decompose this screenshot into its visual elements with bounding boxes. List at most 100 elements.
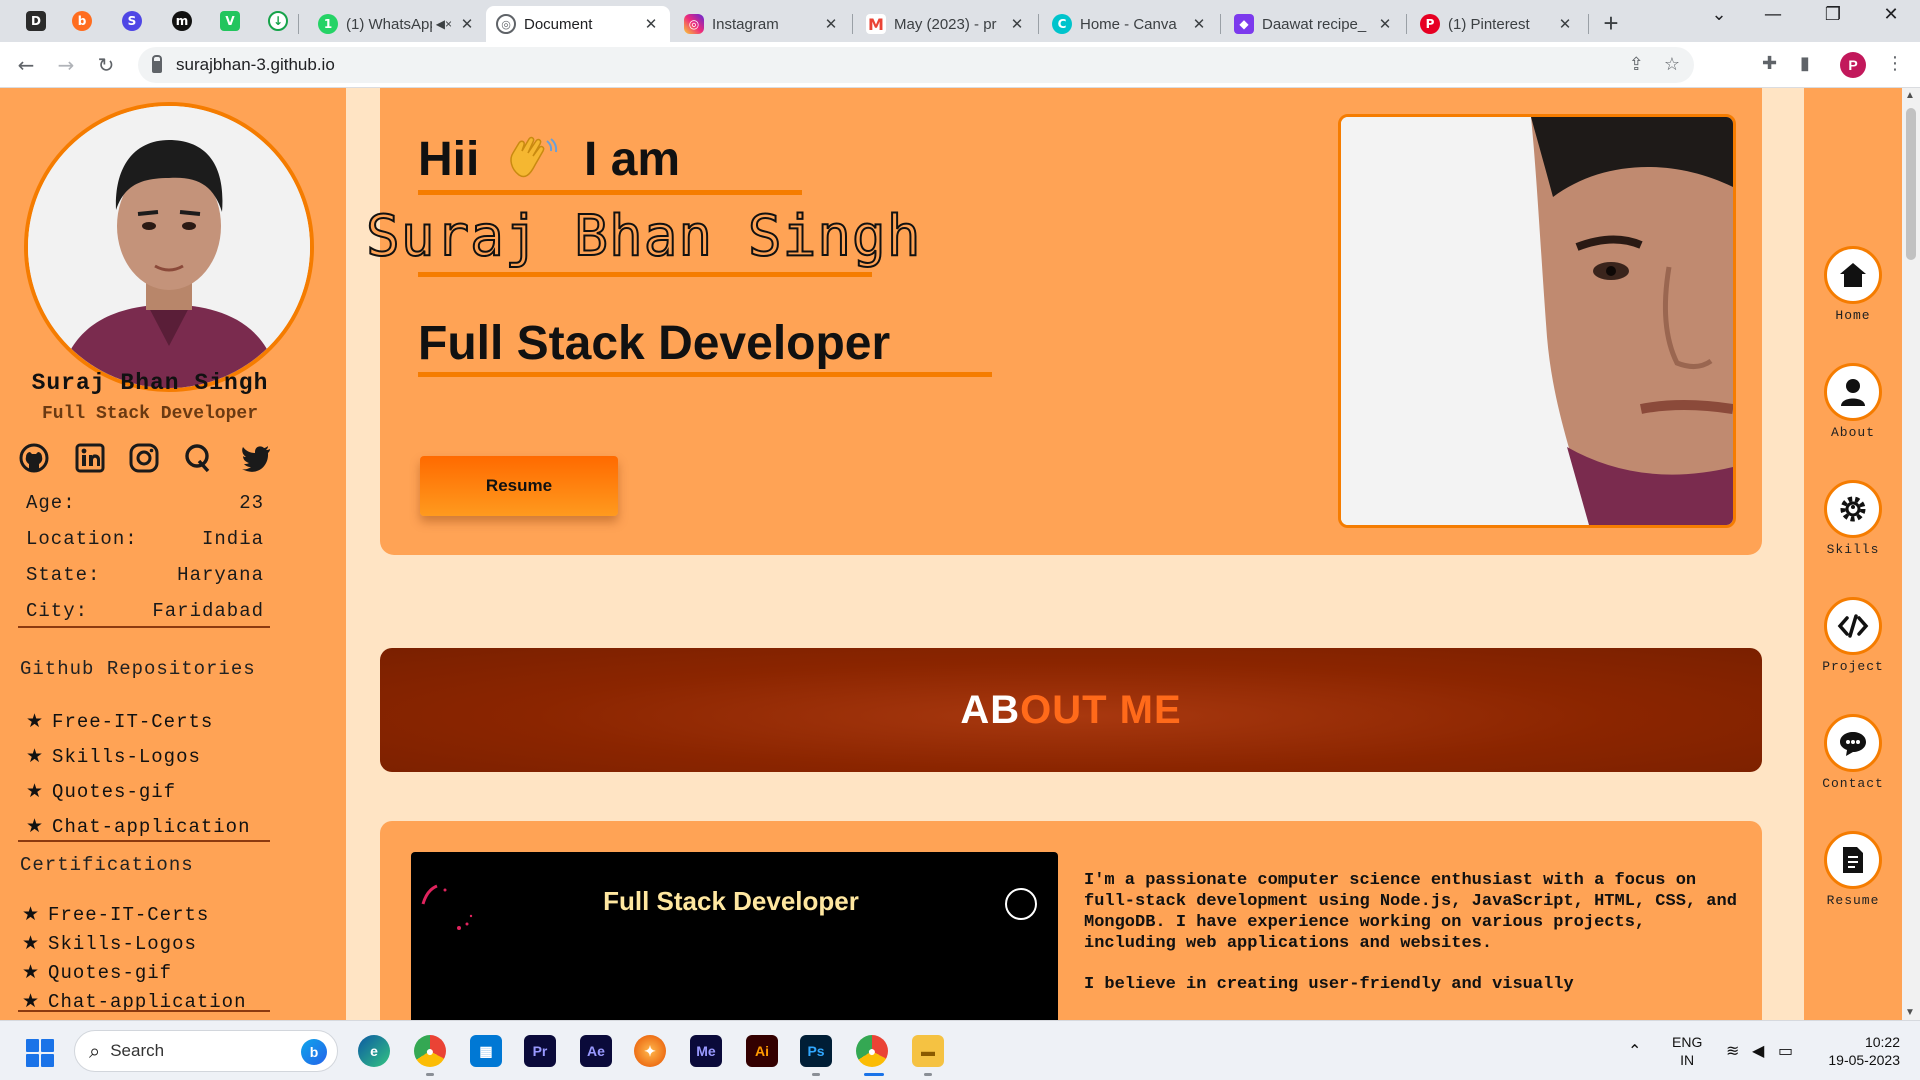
clock-date: 19-05-2023 [1828,1052,1900,1068]
restore-button[interactable]: ❐ [1810,4,1856,25]
volume-icon[interactable]: ◀ [1752,1021,1764,1080]
tab-whatsapp[interactable]: 1 (1) WhatsApp ◀× ✕ [308,6,486,42]
close-icon[interactable]: ✕ [1008,15,1026,33]
fl-studio-icon[interactable]: ✦ [634,1035,666,1067]
close-icon[interactable]: ✕ [642,15,660,33]
repo-label[interactable]: Free-IT-Certs [52,711,213,733]
repo-link[interactable]: ★ Skills-Logos [26,739,250,774]
home-icon[interactable] [1824,246,1882,304]
cert-label[interactable]: Free-IT-Certs [48,904,209,926]
cert-label[interactable]: Quotes-gif [48,962,172,984]
close-icon[interactable]: ✕ [1556,15,1574,33]
rail-label: Resume [1826,893,1880,908]
bing-icon[interactable]: b [301,1039,327,1065]
tab-canva[interactable]: C Home - Canva ✕ [1042,6,1218,42]
pinned-tab-5[interactable]: V [212,6,248,36]
pinned-tab-1[interactable]: D [18,6,54,36]
after-effects-icon[interactable]: Ae [580,1035,612,1067]
document-icon[interactable] [1824,831,1882,889]
pinned-tab-4[interactable]: m [164,6,200,36]
microsoft-store-icon[interactable]: ▦ [470,1035,502,1067]
url-text[interactable]: surajbhan-3.github.io [176,55,335,75]
taskbar-search-box[interactable]: ⌕ Search b [74,1030,338,1072]
twitter-icon[interactable] [240,442,272,474]
rail-item-project[interactable]: Project [1804,597,1902,674]
page-scrollbar[interactable]: ▲ ▼ [1902,88,1920,1020]
chat-icon[interactable] [1824,714,1882,772]
intro-video[interactable]: Full Stack Developer [411,852,1058,1020]
repo-link[interactable]: ★ Chat-application [26,809,250,844]
profile-sidebar: Suraj Bhan Singh Full Stack Developer Ag [0,88,346,1020]
tab-instagram[interactable]: ◎ Instagram ✕ [674,6,850,42]
rail-item-skills[interactable]: Skills [1804,480,1902,557]
pinned-tab-2[interactable]: b [64,6,100,36]
lock-icon[interactable] [152,55,162,73]
close-icon[interactable]: ✕ [458,15,476,33]
github-icon[interactable] [18,442,50,474]
scrollbar-thumb[interactable] [1906,108,1916,260]
profile-avatar[interactable]: P [1840,52,1866,78]
rail-item-about[interactable]: About [1804,363,1902,440]
rail-item-contact[interactable]: Contact [1804,714,1902,791]
pinned-tab-6[interactable]: ↓ [260,6,296,36]
back-button[interactable]: ← [12,51,40,79]
clock[interactable]: 10:22 19-05-2023 [1820,1033,1900,1069]
repo-label[interactable]: Chat-application [52,816,250,838]
extensions-puzzle-icon[interactable]: ✚ [1762,53,1777,74]
side-panel-icon[interactable]: ▮ [1800,53,1810,74]
chrome-icon[interactable]: ● [414,1035,446,1067]
repo-link[interactable]: ★ Quotes-gif [26,774,250,809]
edge-icon[interactable]: e [358,1035,390,1067]
tab-gmail[interactable]: M May (2023) - pr ✕ [856,6,1036,42]
close-icon[interactable]: ✕ [1190,15,1208,33]
repo-label[interactable]: Skills-Logos [52,746,201,768]
forward-button[interactable]: → [52,51,80,79]
tab-document[interactable]: ◎ Document ✕ [486,6,670,42]
new-tab-button[interactable]: + [1596,8,1626,39]
rail-item-home[interactable]: Home [1804,246,1902,323]
section-nav-rail: Home About Skills Project Contact Resume [1804,88,1902,1020]
tab-search-chevron-icon[interactable]: ⌄ [1696,4,1742,25]
cert-label[interactable]: Skills-Logos [48,933,197,955]
gear-icon[interactable] [1824,480,1882,538]
bookmark-star-icon[interactable]: ☆ [1664,54,1680,75]
close-window-button[interactable]: ✕ [1868,4,1914,25]
file-explorer-icon[interactable]: ▬ [912,1035,944,1067]
photoshop-icon[interactable]: Ps [800,1035,832,1067]
quora-icon[interactable] [182,442,214,474]
repo-link[interactable]: ★ Free-IT-Certs [26,704,250,739]
windows-start-icon[interactable] [26,1039,54,1067]
resume-button[interactable]: Resume [420,456,618,516]
address-bar[interactable]: surajbhan-3.github.io ⇪ ☆ [138,47,1694,83]
rail-item-resume[interactable]: Resume [1804,831,1902,908]
cert-link[interactable]: ★ Free-IT-Certs [22,900,246,929]
cert-link[interactable]: ★ Quotes-gif [22,958,246,987]
reload-button[interactable]: ↻ [92,51,120,79]
media-encoder-icon[interactable]: Me [690,1035,722,1067]
premiere-pro-icon[interactable]: Pr [524,1035,556,1067]
close-icon[interactable]: ✕ [1376,15,1394,33]
repo-label[interactable]: Quotes-gif [52,781,176,803]
speaker-muted-icon[interactable]: ◀× [436,17,452,31]
tab-pinterest[interactable]: P (1) Pinterest ✕ [1410,6,1584,42]
tab-daawat[interactable]: ◆ Daawat recipe_ ✕ [1224,6,1404,42]
scroll-up-icon[interactable]: ▲ [1905,90,1915,101]
linkedin-icon[interactable] [74,442,106,474]
pinned-tab-3[interactable]: S [114,6,150,36]
language-indicator[interactable]: ENG IN [1672,1033,1702,1069]
browser-menu-icon[interactable]: ⋮ [1886,53,1904,74]
close-icon[interactable]: ✕ [822,15,840,33]
cert-link[interactable]: ★ Skills-Logos [22,929,246,958]
video-play-circle-icon[interactable] [1005,888,1037,920]
share-icon[interactable]: ⇪ [1629,54,1644,75]
code-icon[interactable] [1824,597,1882,655]
user-icon[interactable] [1824,363,1882,421]
battery-icon[interactable]: ▭ [1778,1021,1793,1080]
chrome-profile-icon[interactable]: ● [856,1035,888,1067]
illustrator-icon[interactable]: Ai [746,1035,778,1067]
minimize-button[interactable]: — [1750,4,1796,25]
show-hidden-icons-chevron-icon[interactable]: ⌃ [1628,1021,1641,1080]
wifi-icon[interactable]: ≋ [1726,1021,1739,1080]
instagram-icon[interactable] [128,442,160,474]
scroll-down-icon[interactable]: ▼ [1905,1007,1915,1018]
